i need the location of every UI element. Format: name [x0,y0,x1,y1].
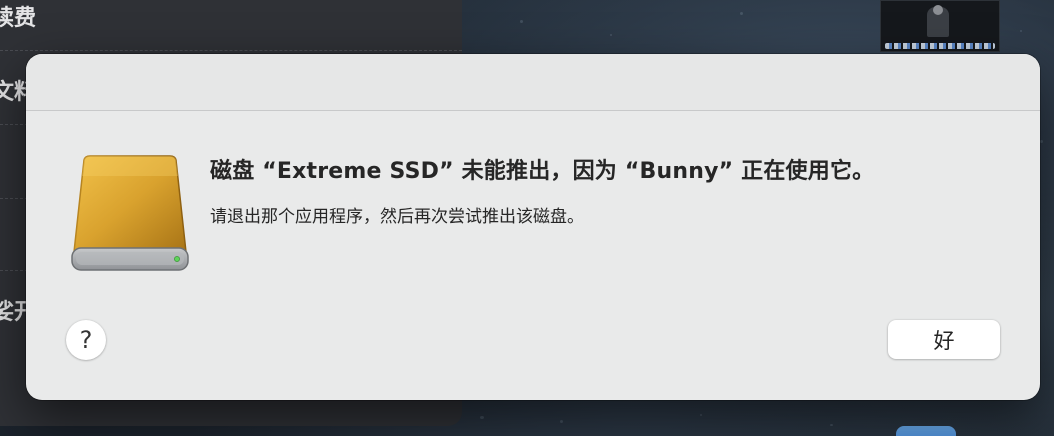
folder-icon[interactable] [896,426,956,436]
row-divider [0,50,462,51]
wallpaper-speck [560,420,563,423]
background-row-label: 续费 [0,6,37,31]
external-disk-icon [71,155,189,271]
wallpaper-speck [610,34,612,36]
help-icon: ? [79,326,93,354]
wallpaper-speck [830,424,833,426]
alert-message: 请退出那个应用程序，然后再次尝试推出该磁盘。 [210,207,584,227]
help-button[interactable]: ? [66,320,106,360]
screenshot-thumbnail[interactable] [880,0,1000,52]
wallpaper-speck [1040,140,1043,143]
wallpaper-speck [700,414,702,416]
eject-alert-dialog: 磁盘 “Extreme SSD” 未能推出，因为 “Bunny” 正在使用它。 … [26,54,1040,400]
wallpaper-speck [520,20,523,23]
dialog-titlebar [26,54,1040,111]
wallpaper-speck [480,416,484,419]
alert-title: 磁盘 “Extreme SSD” 未能推出，因为 “Bunny” 正在使用它。 [210,159,875,184]
thumbnail-figure-head [933,5,943,15]
ok-button[interactable]: 好 [888,320,1000,359]
background-row[interactable]: 续费 [0,0,440,32]
wallpaper-speck [740,12,743,15]
thumbnail-dock [885,43,995,49]
wallpaper-speck [1020,30,1022,32]
